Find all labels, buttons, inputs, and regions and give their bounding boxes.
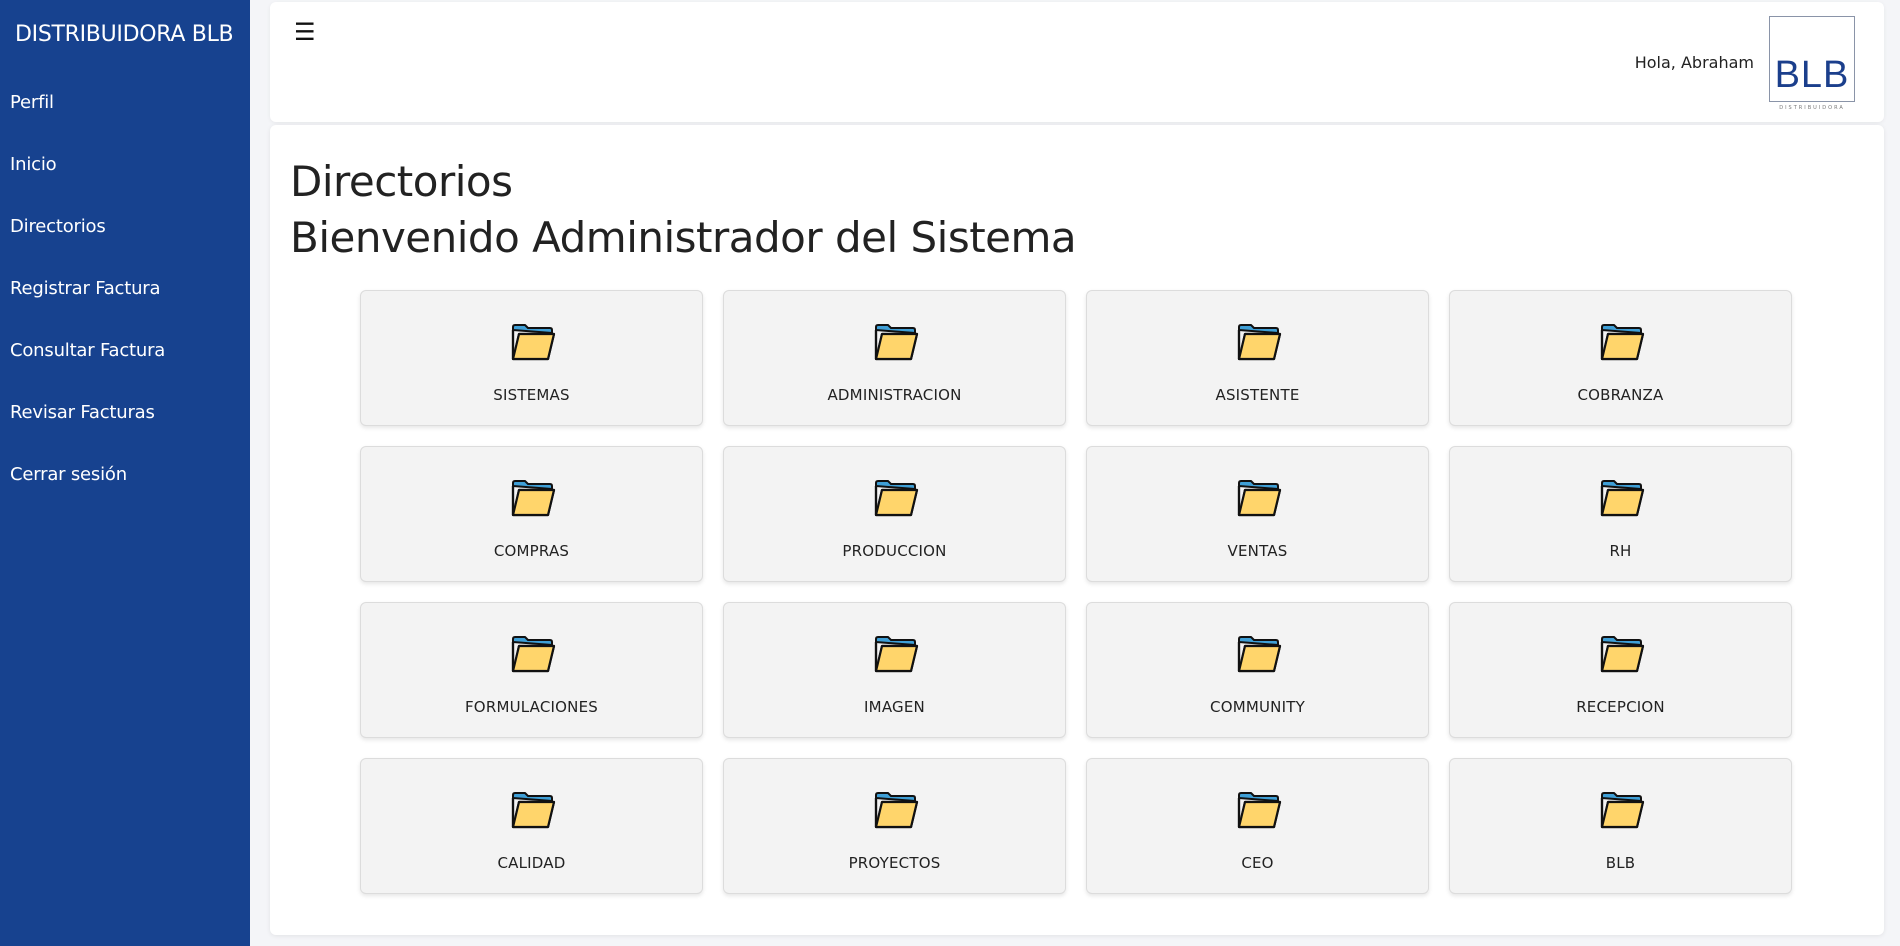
- folder-card-community[interactable]: COMMUNITY: [1086, 602, 1429, 738]
- brand-title: DISTRIBUIDORA BLB: [15, 22, 234, 47]
- logo-subtext: DISTRIBUIDORA: [1779, 105, 1845, 111]
- folder-label: SISTEMAS: [493, 386, 570, 404]
- folder-card-proyectos[interactable]: PROYECTOS: [723, 758, 1066, 894]
- folder-icon: [511, 792, 556, 829]
- folder-grid: SISTEMAS ADMINISTRACION ASISTENTE COBRAN…: [360, 290, 1794, 894]
- folder-icon: [1600, 636, 1645, 673]
- folder-icon: [511, 480, 556, 517]
- sidebar-item-perfil[interactable]: Perfil: [10, 92, 54, 113]
- folder-label: RH: [1609, 542, 1632, 560]
- folder-card-sistemas[interactable]: SISTEMAS: [360, 290, 703, 426]
- folder-label: CEO: [1241, 854, 1274, 872]
- folder-icon: [511, 324, 556, 361]
- user-greeting: Hola, Abraham: [1634, 53, 1754, 72]
- folder-icon: [874, 324, 919, 361]
- sidebar-item-registrar-factura[interactable]: Registrar Factura: [10, 278, 161, 299]
- folder-label: ASISTENTE: [1215, 386, 1300, 404]
- folder-card-imagen[interactable]: IMAGEN: [723, 602, 1066, 738]
- folder-icon: [874, 792, 919, 829]
- page-subtitle: Bienvenido Administrador del Sistema: [290, 213, 1077, 262]
- sidebar-item-consultar-factura[interactable]: Consultar Factura: [10, 340, 165, 361]
- sidebar-item-revisar-facturas[interactable]: Revisar Facturas: [10, 402, 155, 423]
- folder-icon: [1237, 324, 1282, 361]
- folder-icon: [511, 636, 556, 673]
- sidebar-item-cerrar-sesion[interactable]: Cerrar sesión: [10, 464, 127, 485]
- sidebar-item-inicio[interactable]: Inicio: [10, 154, 57, 175]
- folder-label: IMAGEN: [864, 698, 925, 716]
- folder-card-administracion[interactable]: ADMINISTRACION: [723, 290, 1066, 426]
- folder-label: ADMINISTRACION: [827, 386, 962, 404]
- folder-icon: [1237, 636, 1282, 673]
- sidebar: DISTRIBUIDORA BLB Perfil Inicio Director…: [0, 0, 250, 946]
- folder-label: COMMUNITY: [1210, 698, 1305, 716]
- folder-card-produccion[interactable]: PRODUCCION: [723, 446, 1066, 582]
- folder-icon: [1600, 324, 1645, 361]
- hamburger-menu-icon[interactable]: ☰: [294, 18, 316, 46]
- folder-label: BLB: [1605, 854, 1636, 872]
- folder-card-rh[interactable]: RH: [1449, 446, 1792, 582]
- logo-text: BLB: [1774, 54, 1850, 96]
- folder-icon: [874, 480, 919, 517]
- folder-card-formulaciones[interactable]: FORMULACIONES: [360, 602, 703, 738]
- folder-icon: [1237, 480, 1282, 517]
- page-title: Directorios: [290, 157, 513, 206]
- folder-card-asistente[interactable]: ASISTENTE: [1086, 290, 1429, 426]
- folder-label: RECEPCION: [1576, 698, 1665, 716]
- sidebar-item-directorios[interactable]: Directorios: [10, 216, 106, 237]
- folder-card-compras[interactable]: COMPRAS: [360, 446, 703, 582]
- folder-label: PROYECTOS: [848, 854, 941, 872]
- top-bar: ☰ Hola, Abraham BLB DISTRIBUIDORA: [270, 2, 1884, 122]
- folder-icon: [1237, 792, 1282, 829]
- folder-card-ceo[interactable]: CEO: [1086, 758, 1429, 894]
- folder-card-ventas[interactable]: VENTAS: [1086, 446, 1429, 582]
- folder-label: FORMULACIONES: [464, 698, 598, 716]
- folder-label: PRODUCCION: [842, 542, 947, 560]
- folder-label: COMPRAS: [493, 542, 570, 560]
- folder-label: COBRANZA: [1577, 386, 1664, 404]
- folder-card-recepcion[interactable]: RECEPCION: [1449, 602, 1792, 738]
- folder-icon: [1600, 480, 1645, 517]
- folder-icon: [874, 636, 919, 673]
- folder-card-blb[interactable]: BLB: [1449, 758, 1792, 894]
- folder-icon: [1600, 792, 1645, 829]
- folder-card-calidad[interactable]: CALIDAD: [360, 758, 703, 894]
- folder-label: VENTAS: [1227, 542, 1288, 560]
- folder-label: CALIDAD: [497, 854, 566, 872]
- folder-card-cobranza[interactable]: COBRANZA: [1449, 290, 1792, 426]
- company-logo: BLB DISTRIBUIDORA: [1769, 16, 1855, 111]
- main-panel: Directorios Bienvenido Administrador del…: [270, 125, 1884, 935]
